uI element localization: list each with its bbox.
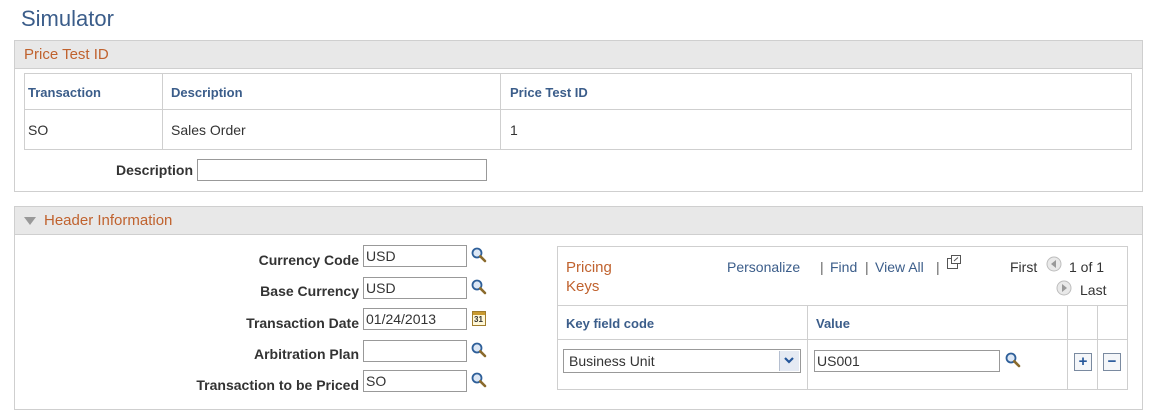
transaction-date-label: Transaction Date <box>246 315 359 331</box>
grid-col-divider <box>807 305 808 390</box>
key-field-code-select[interactable]: Business Unit <box>563 349 801 373</box>
grid-header-top-divider <box>558 305 1127 306</box>
toolbar-separator: | <box>865 259 869 275</box>
grid-col-divider <box>162 74 163 149</box>
arbitration-plan-label: Arbitration Plan <box>253 346 359 362</box>
search-icon[interactable] <box>1005 352 1021 368</box>
arbitration-plan-input[interactable] <box>363 340 467 362</box>
column-header-value[interactable]: Value <box>816 316 850 331</box>
add-row-button[interactable]: + <box>1074 353 1092 371</box>
description-input[interactable] <box>197 159 487 181</box>
pricing-keys-title-line2: Keys <box>566 278 600 295</box>
header-info-section-header[interactable]: Header Information <box>15 207 1142 235</box>
pricing-keys-title-line1: Pricing <box>566 259 612 276</box>
column-header-description[interactable]: Description <box>171 85 243 100</box>
currency-code-input[interactable] <box>363 245 467 267</box>
collapse-triangle-icon[interactable] <box>24 217 36 225</box>
price-test-section: Price Test ID Transaction Description Pr… <box>14 40 1143 192</box>
description-label: Description <box>115 162 193 178</box>
transaction-to-be-priced-input[interactable] <box>363 370 467 392</box>
delete-row-button[interactable]: − <box>1103 353 1121 371</box>
personalize-link[interactable]: Personalize <box>727 259 800 275</box>
previous-arrow-icon[interactable] <box>1046 256 1062 272</box>
page-title: Simulator <box>21 6 114 31</box>
pricing-keys-grid: Pricing Keys Personalize | Find | View A… <box>557 246 1128 390</box>
last-label: Last <box>1080 282 1107 298</box>
cell-price-test-id: 1 <box>510 122 518 138</box>
grid-col-divider <box>1067 305 1068 390</box>
price-test-section-header: Price Test ID <box>15 41 1142 69</box>
page-info: 1 of 1 <box>1069 259 1105 275</box>
search-icon[interactable] <box>471 372 487 388</box>
calendar-icon[interactable]: 31 <box>472 311 486 326</box>
search-icon[interactable] <box>471 279 487 295</box>
view-all-link[interactable]: View All <box>875 259 924 275</box>
search-icon[interactable] <box>471 247 487 263</box>
price-test-grid: Transaction Description Price Test ID SO… <box>24 73 1132 150</box>
first-label: First <box>1010 259 1038 275</box>
header-info-section-title[interactable]: Header Information <box>44 212 172 229</box>
pricing-keys-title: Pricing Keys <box>566 258 612 296</box>
search-icon[interactable] <box>471 342 487 358</box>
grid-col-divider <box>500 74 501 149</box>
new-window-icon[interactable] <box>946 254 962 270</box>
column-header-key-field-code[interactable]: Key field code <box>566 316 654 331</box>
find-link[interactable]: Find <box>830 259 857 275</box>
base-currency-label: Base Currency <box>260 283 359 299</box>
cell-description: Sales Order <box>171 122 246 138</box>
key-field-code-selected: Business Unit <box>569 353 655 369</box>
header-info-section: Header Information Currency Code Base Cu… <box>14 206 1143 410</box>
calendar-icon-glyph: 31 <box>474 315 483 324</box>
transaction-to-be-priced-label: Transaction to be Priced <box>196 377 359 393</box>
grid-header-divider <box>558 339 1127 340</box>
currency-code-label: Currency Code <box>258 252 359 268</box>
next-arrow-icon[interactable] <box>1056 280 1072 296</box>
price-test-section-title: Price Test ID <box>24 46 109 63</box>
toolbar-separator: | <box>820 259 824 275</box>
toolbar-separator: | <box>936 259 940 275</box>
chevron-down-icon[interactable] <box>779 351 799 371</box>
column-header-transaction[interactable]: Transaction <box>28 85 101 100</box>
grid-header-divider <box>25 109 1131 110</box>
value-input[interactable] <box>814 350 1000 372</box>
grid-col-divider <box>1097 305 1098 390</box>
cell-transaction: SO <box>28 122 49 138</box>
base-currency-input[interactable] <box>363 277 467 299</box>
column-header-price-test-id[interactable]: Price Test ID <box>510 85 588 100</box>
transaction-date-input[interactable] <box>363 308 467 330</box>
